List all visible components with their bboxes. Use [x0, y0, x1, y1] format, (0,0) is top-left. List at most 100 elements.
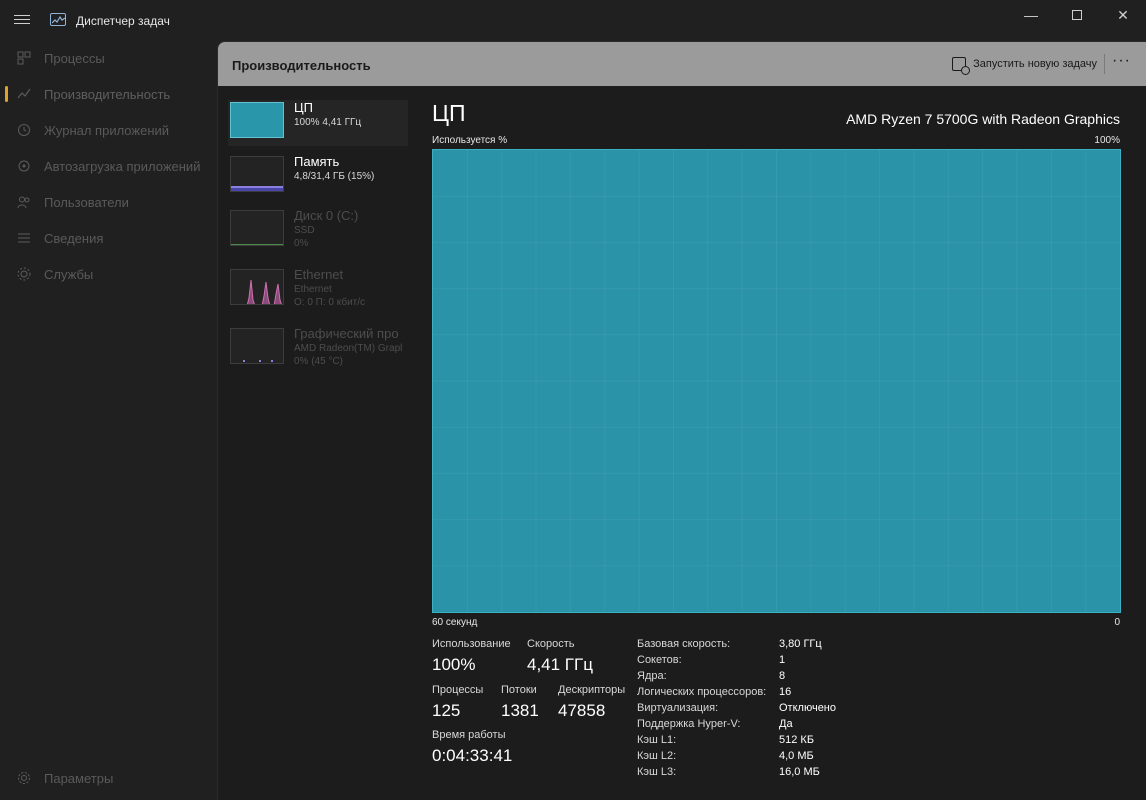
device-cpu[interactable]: ЦП 100% 4,41 ГГц	[228, 100, 408, 146]
performance-icon	[16, 86, 32, 102]
grid-icon	[16, 50, 32, 66]
usage-label: Использование	[432, 638, 511, 650]
history-icon	[16, 122, 32, 138]
sidebar-item-processes[interactable]: Процессы	[4, 41, 214, 75]
details-icon	[16, 230, 32, 246]
uptime-value: 0:04:33:41	[432, 746, 513, 765]
spec-value: 512 КБ	[779, 734, 815, 746]
sidebar-item-label: Пользователи	[44, 194, 129, 210]
cpu-graph-svg	[433, 150, 1120, 612]
spec-label: Базовая скорость:	[637, 638, 731, 650]
spec-label: Поддержка Hyper-V:	[637, 718, 741, 730]
sidebar-item-label: Сведения	[44, 230, 104, 246]
spec-value: Да	[779, 718, 793, 730]
minimize-button[interactable]: —	[1008, 0, 1054, 30]
spec-label: Кэш L2:	[637, 750, 677, 762]
graph-time-label: 60 секунд	[432, 617, 478, 628]
sidebar-item-startup-apps[interactable]: Автозагрузка приложений	[4, 149, 214, 183]
processes-value: 125	[432, 701, 461, 720]
device-ethernet[interactable]: Ethernet Ethernet О: 0 П: 0 кбит/с	[228, 267, 408, 313]
uptime-label: Время работы	[432, 729, 506, 741]
graph-label: Используется %	[432, 135, 508, 146]
run-new-task-label: Запустить новую задачу	[973, 58, 1097, 70]
page-title: Производительность	[232, 58, 371, 73]
active-indicator	[5, 86, 8, 102]
page-header: Производительность Запустить новую задач…	[218, 42, 1146, 86]
device-detail: 100% 4,41 ГГц	[294, 117, 362, 128]
processes-label: Процессы	[432, 684, 484, 696]
sidebar: Процессы Производительность Журнал прило…	[0, 40, 217, 800]
sidebar-item-label: Журнал приложений	[44, 122, 170, 138]
graph-max-label: 100%	[1094, 135, 1120, 146]
device-detail: Ethernet	[294, 284, 332, 295]
spec-label: Кэш L1:	[637, 734, 677, 746]
speed-label: Скорость	[527, 638, 575, 650]
hamburger-menu-icon[interactable]	[12, 12, 32, 28]
cpu-title: ЦП	[432, 100, 466, 126]
sidebar-item-performance[interactable]: Производительность	[4, 77, 214, 111]
spec-value: Отключено	[779, 702, 836, 714]
spec-value: 16,0 МБ	[779, 766, 820, 778]
more-options-button[interactable]: ···	[1112, 52, 1131, 70]
sidebar-item-label: Процессы	[44, 50, 105, 66]
sidebar-item-details[interactable]: Сведения	[4, 221, 214, 255]
device-name: Память	[294, 154, 340, 169]
gear-icon	[16, 770, 32, 786]
spec-value: 8	[779, 670, 786, 682]
spec-value: 1	[779, 654, 786, 666]
device-memory[interactable]: Память 4,8/31,4 ГБ (15%)	[228, 154, 408, 200]
cpu-usage-graph	[432, 149, 1121, 613]
settings-button[interactable]: Параметры	[4, 762, 214, 794]
run-task-icon	[952, 57, 971, 75]
header-divider	[1104, 54, 1105, 74]
spec-label: Логических процессоров:	[637, 686, 767, 698]
sidebar-item-services[interactable]: Службы	[4, 257, 214, 291]
device-name: Графический про	[294, 326, 399, 341]
device-detail-2: О: 0 П: 0 кбит/с	[294, 297, 366, 308]
handles-label: Дескрипторы	[558, 684, 626, 696]
device-disk[interactable]: Диск 0 (C:) SSD 0%	[228, 208, 408, 254]
cpu-model: AMD Ryzen 7 5700G with Radeon Graphics	[846, 111, 1120, 127]
spec-value: 4,0 МБ	[779, 750, 814, 762]
sidebar-item-label: Производительность	[44, 86, 171, 102]
spec-value: 16	[779, 686, 792, 698]
device-detail: 4,8/31,4 ГБ (15%)	[294, 171, 375, 182]
maximize-button[interactable]	[1054, 0, 1100, 30]
settings-label: Параметры	[44, 770, 114, 786]
device-gpu[interactable]: Графический про AMD Radeon(TM) Grapl 0% …	[228, 326, 408, 372]
device-detail-2: 0% (45 °C)	[294, 356, 344, 367]
disk-thumbnail	[230, 210, 284, 246]
gpu-thumbnail	[230, 328, 284, 364]
maximize-icon	[1072, 10, 1082, 20]
usage-value: 100%	[432, 655, 476, 674]
run-new-task-button[interactable]: Запустить новую задачу	[952, 54, 1097, 75]
sidebar-item-app-history[interactable]: Журнал приложений	[4, 113, 214, 147]
task-manager-icon	[50, 13, 66, 26]
device-detail: AMD Radeon(TM) Grapl	[294, 343, 403, 354]
sidebar-item-users[interactable]: Пользователи	[4, 185, 214, 219]
device-name: Диск 0 (C:)	[294, 208, 359, 223]
spec-label: Сокетов:	[637, 654, 682, 666]
device-name: ЦП	[294, 100, 313, 115]
close-button[interactable]: ✕	[1100, 0, 1146, 30]
handles-value: 47858	[558, 701, 606, 720]
services-icon	[16, 266, 32, 282]
threads-value: 1381	[501, 701, 539, 720]
spec-label: Кэш L3:	[637, 766, 677, 778]
device-name: Ethernet	[294, 267, 344, 282]
sidebar-item-label: Автозагрузка приложений	[44, 158, 201, 174]
ethernet-thumbnail	[230, 269, 284, 305]
cpu-thumbnail	[230, 102, 284, 138]
graph-min-label: 0	[1114, 617, 1120, 628]
device-detail-2: 0%	[294, 238, 309, 249]
spec-value: 3,80 ГГц	[779, 638, 822, 650]
users-icon	[16, 194, 32, 210]
title-bar: Диспетчер задач — ✕	[0, 0, 1146, 40]
main-panel: Производительность Запустить новую задач…	[217, 41, 1146, 800]
sidebar-item-label: Службы	[44, 266, 94, 282]
spec-label: Виртуализация:	[637, 702, 719, 714]
threads-label: Потоки	[501, 684, 537, 696]
spec-label: Ядра:	[637, 670, 667, 682]
window-title: Диспетчер задач	[76, 14, 170, 28]
startup-icon	[16, 158, 32, 174]
